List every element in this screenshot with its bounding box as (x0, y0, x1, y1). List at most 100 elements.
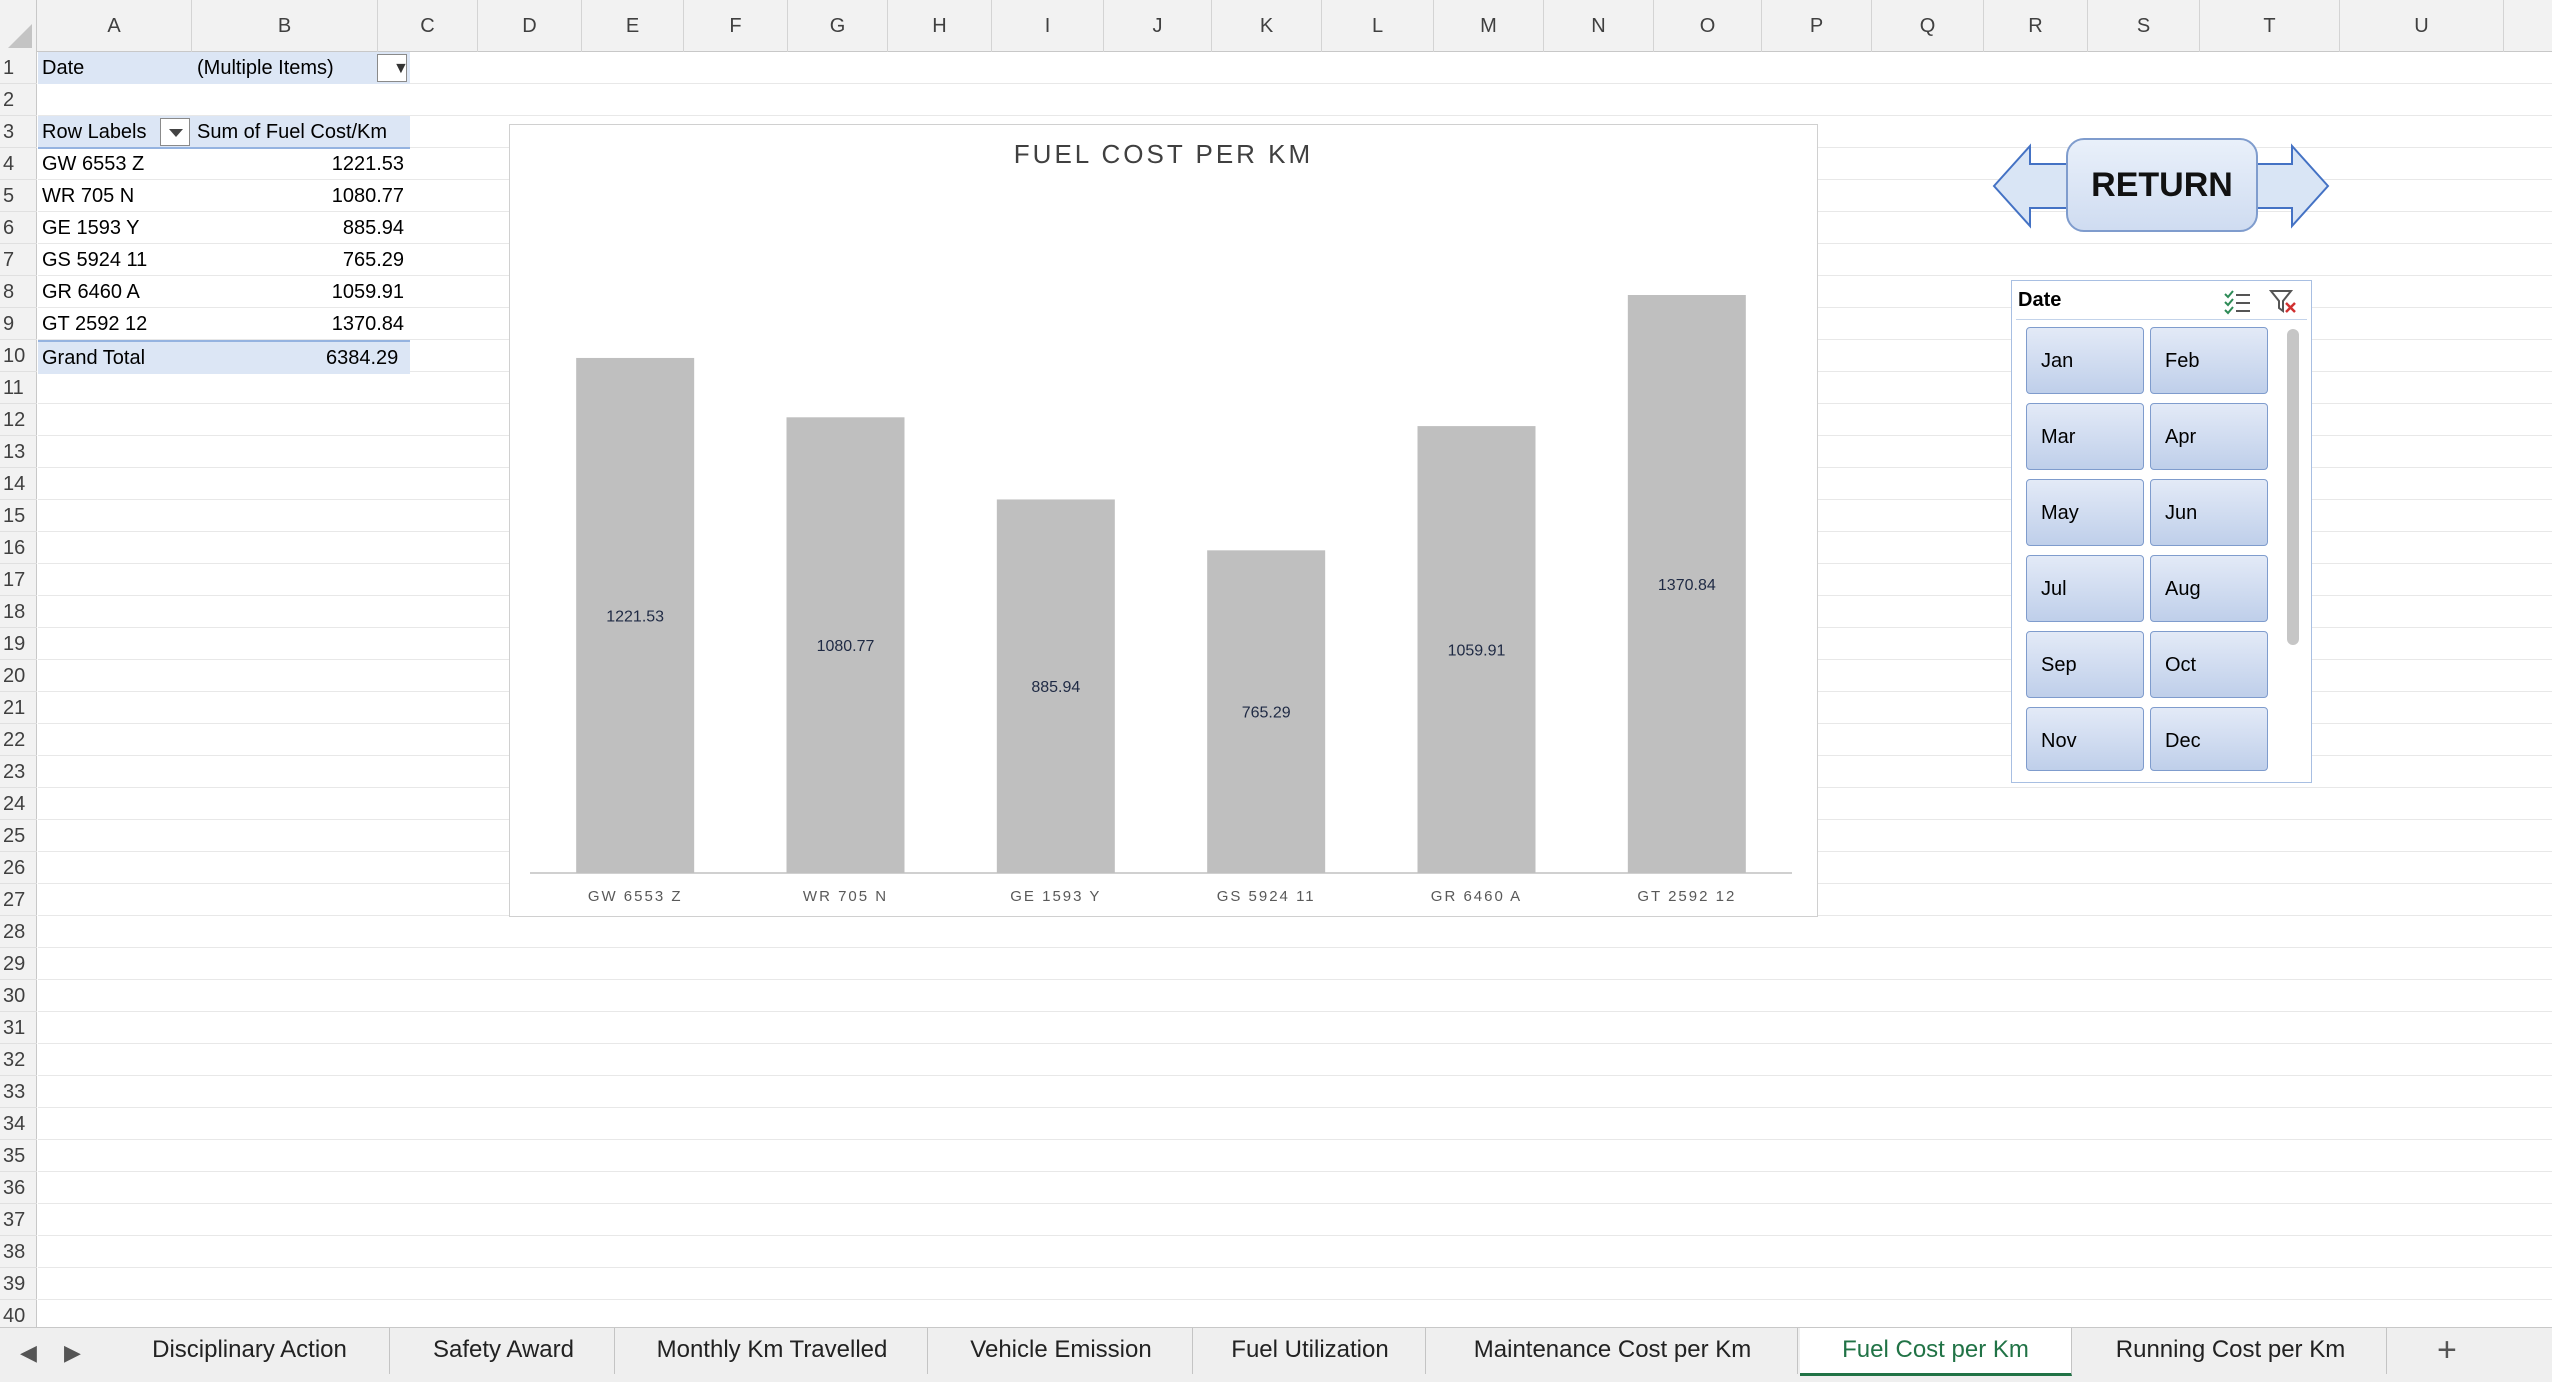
filter-dropdown-button[interactable]: ▼ (377, 54, 409, 82)
date-slicer[interactable]: Date Jan Feb Mar Apr May Jun Jul Aug Sep Oct Nov De… (2011, 280, 2312, 783)
pivot-row-label[interactable]: GR 6460 A (42, 276, 140, 308)
row-header-32[interactable]: 32 (0, 1044, 37, 1076)
row-header-24[interactable]: 24 (0, 788, 37, 820)
row-header-22[interactable]: 22 (0, 724, 37, 756)
column-header-k[interactable]: K (1212, 0, 1322, 52)
row-header-39[interactable]: 39 (0, 1268, 37, 1300)
column-header-n[interactable]: N (1544, 0, 1654, 52)
return-button[interactable]: RETURN (2066, 138, 2258, 232)
column-header-j[interactable]: J (1104, 0, 1212, 52)
column-header-c[interactable]: C (378, 0, 478, 52)
slicer-item-jan[interactable]: Jan (2026, 327, 2144, 394)
slicer-item-jul[interactable]: Jul (2026, 555, 2144, 622)
row-header-27[interactable]: 27 (0, 884, 37, 916)
column-header-p[interactable]: P (1762, 0, 1872, 52)
pivot-row-label[interactable]: WR 705 N (42, 180, 134, 212)
column-header-e[interactable]: E (582, 0, 684, 52)
column-header-u[interactable]: U (2340, 0, 2504, 52)
tab-running-cost-per-km[interactable]: Running Cost per Km (2075, 1328, 2387, 1374)
pivot-row-label[interactable]: GW 6553 Z (42, 148, 144, 180)
column-header-a[interactable]: A (37, 0, 192, 52)
row-header-7[interactable]: 7 (0, 244, 37, 276)
column-header-l[interactable]: L (1322, 0, 1434, 52)
row-header-21[interactable]: 21 (0, 692, 37, 724)
clear-filter-icon[interactable] (2268, 287, 2298, 315)
add-sheet-button[interactable]: + (2437, 1332, 2457, 1368)
tab-disciplinary-action[interactable]: Disciplinary Action (110, 1328, 390, 1374)
row-header-6[interactable]: 6 (0, 212, 37, 244)
row-labels-dropdown-button[interactable] (160, 118, 190, 146)
row-header-3[interactable]: 3 (0, 116, 37, 148)
multi-select-icon[interactable] (2222, 287, 2252, 315)
slicer-item-jun[interactable]: Jun (2150, 479, 2268, 546)
row-header-20[interactable]: 20 (0, 660, 37, 692)
prev-sheet-icon[interactable]: ◀ (20, 1340, 37, 1366)
column-header-r[interactable]: R (1984, 0, 2088, 52)
column-header-q[interactable]: Q (1872, 0, 1984, 52)
row-header-28[interactable]: 28 (0, 916, 37, 948)
pivot-row-label[interactable]: GS 5924 11 (42, 244, 147, 276)
pivot-row-value[interactable]: 885.94 (343, 212, 404, 244)
pivot-row-value[interactable]: 1370.84 (332, 308, 404, 340)
pivot-row-value[interactable]: 1221.53 (332, 148, 404, 180)
pivot-row-label[interactable]: GE 1593 Y (42, 212, 139, 244)
row-header-4[interactable]: 4 (0, 148, 37, 180)
row-header-8[interactable]: 8 (0, 276, 37, 308)
slicer-item-may[interactable]: May (2026, 479, 2144, 546)
column-header-i[interactable]: I (992, 0, 1104, 52)
tab-vehicle-emission[interactable]: Vehicle Emission (930, 1328, 1193, 1374)
fuel-cost-chart[interactable]: FUEL COST PER KM 1221.53 GW 6553 Z 1080.77… (509, 124, 1818, 917)
row-header-11[interactable]: 11 (0, 372, 37, 404)
slicer-item-dec[interactable]: Dec (2150, 707, 2268, 771)
row-header-15[interactable]: 15 (0, 500, 37, 532)
column-header-o[interactable]: O (1654, 0, 1762, 52)
pivot-filter-value[interactable]: (Multiple Items) (197, 52, 334, 84)
pivot-row-value[interactable]: 1059.91 (332, 276, 404, 308)
row-header-34[interactable]: 34 (0, 1108, 37, 1140)
tab-fuel-cost-per-km[interactable]: Fuel Cost per Km (1800, 1328, 2072, 1376)
tab-fuel-utilization[interactable]: Fuel Utilization (1195, 1328, 1426, 1374)
next-sheet-icon[interactable]: ▶ (64, 1340, 81, 1366)
row-header-12[interactable]: 12 (0, 404, 37, 436)
slicer-item-feb[interactable]: Feb (2150, 327, 2268, 394)
row-header-38[interactable]: 38 (0, 1236, 37, 1268)
row-header-36[interactable]: 36 (0, 1172, 37, 1204)
row-header-33[interactable]: 33 (0, 1076, 37, 1108)
left-arrow-icon[interactable] (1992, 143, 2069, 229)
column-header-g[interactable]: G (788, 0, 888, 52)
tab-maintenance-cost-per-km[interactable]: Maintenance Cost per Km (1428, 1328, 1798, 1374)
column-header-d[interactable]: D (478, 0, 582, 52)
row-header-1[interactable]: 1 (0, 52, 37, 84)
slicer-item-apr[interactable]: Apr (2150, 403, 2268, 470)
column-header-m[interactable]: M (1434, 0, 1544, 52)
slicer-item-mar[interactable]: Mar (2026, 403, 2144, 470)
right-arrow-icon[interactable] (2253, 143, 2330, 229)
row-header-26[interactable]: 26 (0, 852, 37, 884)
slicer-item-sep[interactable]: Sep (2026, 631, 2144, 698)
row-header-37[interactable]: 37 (0, 1204, 37, 1236)
column-header-t[interactable]: T (2200, 0, 2340, 52)
slicer-item-aug[interactable]: Aug (2150, 555, 2268, 622)
slicer-item-nov[interactable]: Nov (2026, 707, 2144, 771)
row-header-29[interactable]: 29 (0, 948, 37, 980)
row-header-23[interactable]: 23 (0, 756, 37, 788)
slicer-item-oct[interactable]: Oct (2150, 631, 2268, 698)
row-header-31[interactable]: 31 (0, 1012, 37, 1044)
pivot-row-label[interactable]: GT 2592 12 (42, 308, 147, 340)
row-header-14[interactable]: 14 (0, 468, 37, 500)
tab-monthly-km-travelled[interactable]: Monthly Km Travelled (617, 1328, 928, 1374)
row-header-19[interactable]: 19 (0, 628, 37, 660)
slicer-scrollbar[interactable] (2287, 329, 2299, 645)
pivot-row-value[interactable]: 1080.77 (332, 180, 404, 212)
row-header-17[interactable]: 17 (0, 564, 37, 596)
column-header-b[interactable]: B (192, 0, 378, 52)
tab-safety-award[interactable]: Safety Award (393, 1328, 615, 1374)
row-header-30[interactable]: 30 (0, 980, 37, 1012)
row-header-25[interactable]: 25 (0, 820, 37, 852)
row-header-18[interactable]: 18 (0, 596, 37, 628)
row-header-13[interactable]: 13 (0, 436, 37, 468)
column-header-h[interactable]: H (888, 0, 992, 52)
row-header-10[interactable]: 10 (0, 340, 37, 372)
pivot-row-value[interactable]: 765.29 (343, 244, 404, 276)
row-header-9[interactable]: 9 (0, 308, 37, 340)
